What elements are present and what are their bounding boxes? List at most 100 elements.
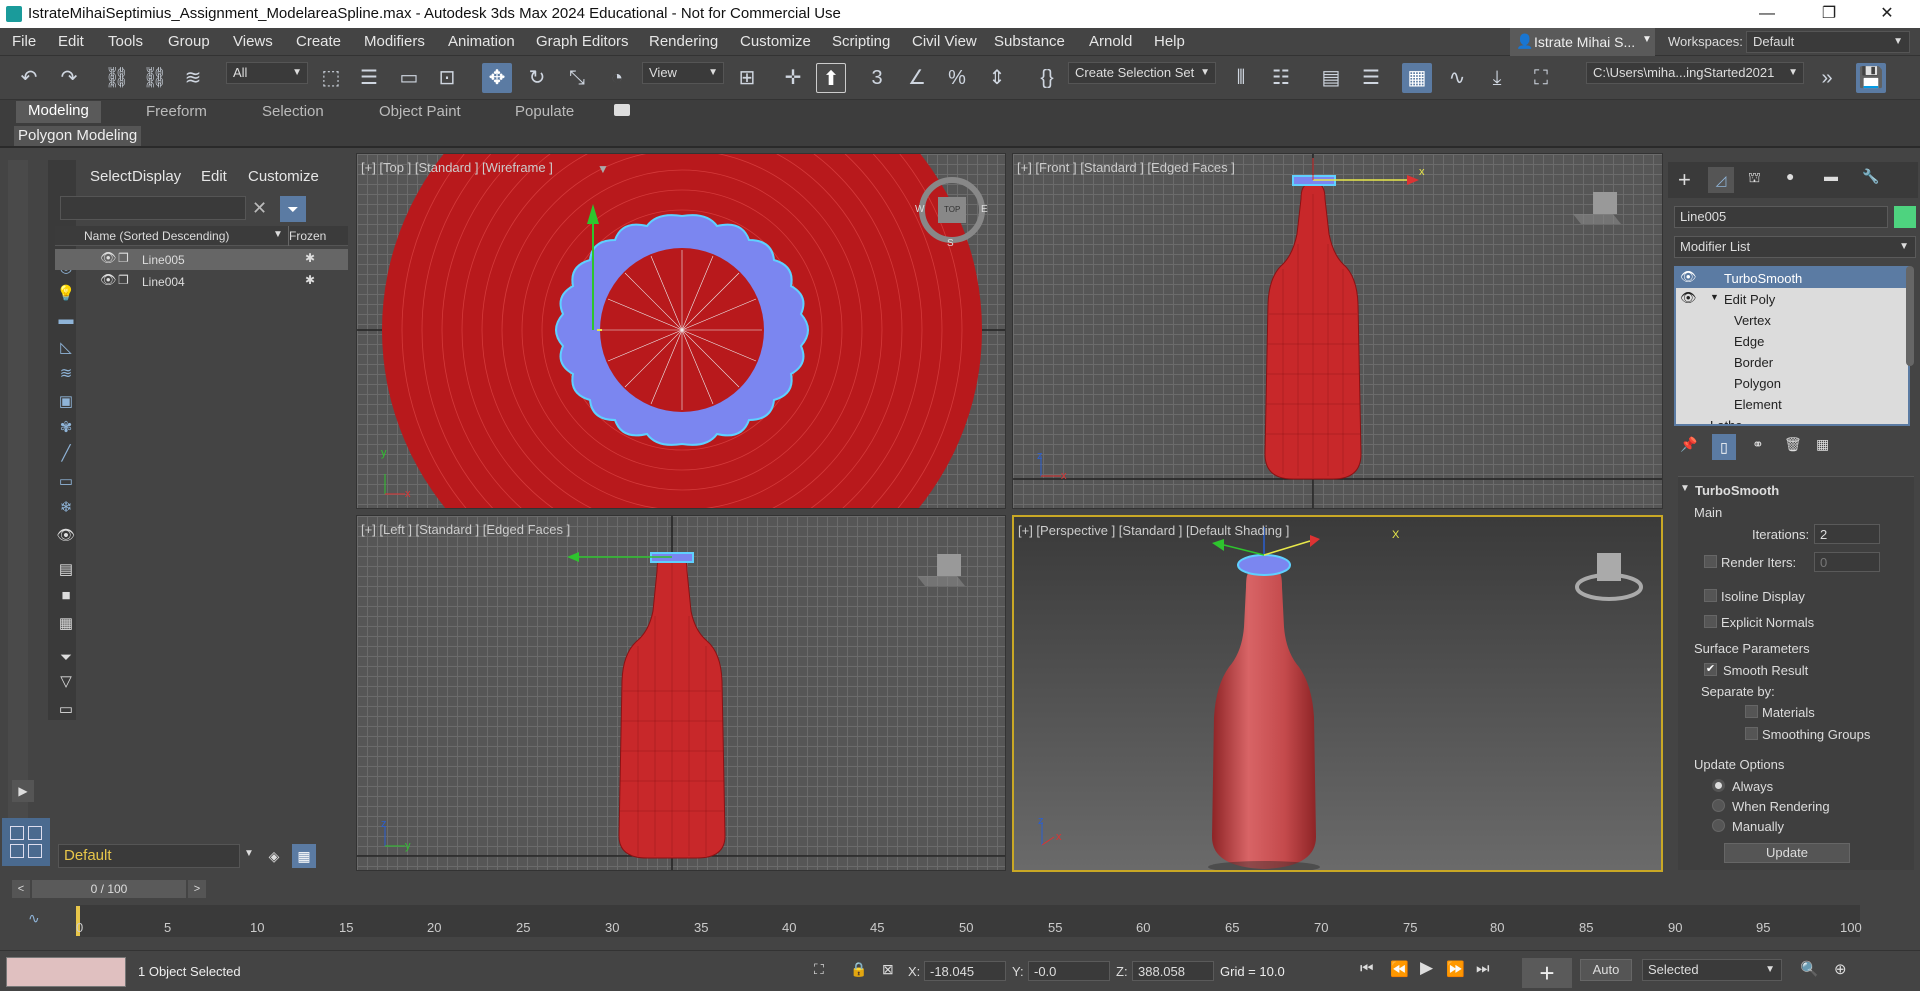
frozen-filter-icon[interactable]: ❄	[56, 498, 76, 518]
go-to-end-icon[interactable]: ⏭	[1476, 960, 1490, 977]
polygon-modeling-tab[interactable]: Polygon Modeling	[14, 126, 142, 146]
create-tab-icon[interactable]: +	[1678, 167, 1691, 193]
stack-item-turbosmooth[interactable]: 👁 TurboSmooth	[1676, 268, 1908, 288]
set-key-icon[interactable]: +	[1522, 958, 1572, 988]
materials-checkbox[interactable]	[1745, 705, 1758, 718]
menu-modifiers[interactable]: Modifiers	[364, 33, 425, 50]
undo-icon[interactable]: ↶	[14, 63, 44, 93]
always-radio[interactable]	[1712, 779, 1725, 792]
menu-file[interactable]: File	[12, 33, 36, 50]
bind-space-warp-icon[interactable]: ≋	[178, 63, 208, 93]
pivot-center-icon[interactable]: ⊞	[732, 63, 762, 93]
stack-item-edit-poly[interactable]: 👁 ▼ Edit Poly	[1676, 289, 1908, 309]
object-color-swatch[interactable]	[1894, 206, 1916, 228]
viewcube-top-label[interactable]: TOP	[944, 205, 960, 214]
menu-graph-editors[interactable]: Graph Editors	[536, 33, 629, 50]
keyboard-shortcut-override-icon[interactable]: ✛	[778, 63, 808, 93]
play-icon[interactable]: ▶	[1420, 958, 1433, 978]
when-rendering-radio[interactable]	[1712, 799, 1725, 812]
menu-help[interactable]: Help	[1154, 33, 1185, 50]
viewport-layout-icon[interactable]	[2, 818, 50, 866]
stack-item-vertex[interactable]: Vertex	[1734, 313, 1771, 328]
visibility-eye-icon[interactable]: 👁	[100, 272, 117, 288]
select-object-icon[interactable]: ⬚	[316, 63, 346, 93]
key-filter-dropdown[interactable]: Selected ▼	[1642, 959, 1782, 981]
expand-icon[interactable]: ▼	[1710, 292, 1719, 302]
viewport-top-label[interactable]: [+] [Top ] [Standard ] [Wireframe ]	[361, 160, 553, 175]
visibility-eye-icon[interactable]: 👁	[1680, 269, 1697, 285]
viewport-perspective-label[interactable]: [+] [Perspective ] [Standard ] [Default …	[1018, 523, 1289, 538]
user-account-menu[interactable]: 👤 Istrate Mihai S... ▼	[1510, 28, 1655, 56]
explorer-tab-customize[interactable]: Customize	[248, 168, 319, 185]
selection-filter-dropdown[interactable]: All ▼	[226, 62, 308, 84]
clear-search-icon[interactable]: ✕	[252, 198, 267, 219]
doc-view-icon[interactable]: ▦	[56, 614, 76, 634]
tab-freeform[interactable]: Freeform	[146, 103, 207, 120]
viewport-front[interactable]: [+] [Front ] [Standard ] [Edged Faces ] …	[1012, 153, 1663, 509]
menu-views[interactable]: Views	[233, 33, 273, 50]
spacewarp-filter-icon[interactable]: ≋	[56, 364, 76, 384]
scene-explorer-mode-icon[interactable]: ▦	[292, 844, 316, 868]
select-scale-icon[interactable]: ⤡	[562, 63, 592, 93]
iterations-spinner[interactable]: 2	[1814, 524, 1880, 544]
y-coordinate-input[interactable]: -0.0	[1028, 961, 1110, 981]
modifier-list-dropdown[interactable]: Modifier List ▼	[1674, 236, 1916, 258]
filter-toggle-icon[interactable]: ⏷	[280, 196, 306, 222]
x-coordinate-input[interactable]: -18.045	[924, 961, 1006, 981]
layers-icon[interactable]: ◈	[262, 844, 286, 868]
rectangular-selection-icon[interactable]: ▭	[394, 63, 424, 93]
select-rotate-icon[interactable]: ↻	[522, 63, 552, 93]
stack-item-border[interactable]: Border	[1734, 355, 1773, 370]
visibility-eye-icon[interactable]: 👁	[1680, 290, 1697, 306]
menu-scripting[interactable]: Scripting	[832, 33, 890, 50]
funnel-icon[interactable]: ⏷	[56, 648, 76, 668]
smoothing-groups-checkbox[interactable]	[1745, 727, 1758, 740]
tab-modeling[interactable]: Modeling	[16, 101, 101, 123]
frozen-snowflake-icon[interactable]: ✱	[305, 251, 315, 265]
square-view-icon[interactable]: ■	[56, 586, 76, 606]
delete-modifier-icon[interactable]: 🗑	[1784, 436, 1802, 453]
schematic-view-icon[interactable]: ⛶	[1526, 63, 1556, 93]
rollout-collapse-icon[interactable]: ▼	[1680, 483, 1690, 494]
layer-manager-icon[interactable]: ▭	[56, 700, 76, 720]
absolute-mode-icon[interactable]: ⊠	[882, 961, 894, 978]
close-button[interactable]: ✕	[1864, 0, 1910, 28]
explicit-normals-checkbox[interactable]	[1704, 615, 1717, 628]
create-selection-set-dropdown[interactable]: Create Selection Set ▼	[1068, 62, 1216, 84]
stack-item-edge[interactable]: Edge	[1734, 334, 1764, 349]
explorer-tab-edit[interactable]: Edit	[201, 168, 227, 185]
prev-frame-button[interactable]: <	[12, 880, 30, 898]
frozen-column-header[interactable]: Frozen	[289, 229, 326, 243]
bone-filter-icon[interactable]: ╱	[56, 444, 76, 464]
window-crossing-icon[interactable]: ⊡	[432, 63, 462, 93]
hidden-filter-icon[interactable]: 👁	[56, 526, 76, 546]
menu-customize[interactable]: Customize	[740, 33, 811, 50]
menu-edit[interactable]: Edit	[58, 33, 84, 50]
place-icon[interactable]: ◔	[602, 63, 632, 93]
group-filter-icon[interactable]: ▣	[56, 392, 76, 412]
ribbon-options-icon[interactable]	[614, 104, 630, 116]
explorer-row[interactable]: 👁 ❐ Line005 ✱	[55, 249, 348, 270]
layer-explorer-icon[interactable]: ☰	[1356, 63, 1386, 93]
project-path-dropdown[interactable]: C:\Users\miha...ingStarted2021 ▼	[1586, 62, 1804, 84]
menu-substance[interactable]: Substance	[994, 33, 1065, 50]
workspace-dropdown[interactable]: Default ▼	[1746, 31, 1910, 53]
select-move-icon[interactable]: ✥	[482, 63, 512, 93]
container-filter-icon[interactable]: ▭	[56, 472, 76, 492]
toolbar-overflow-icon[interactable]: »	[1812, 63, 1842, 93]
stack-item-element[interactable]: Element	[1734, 397, 1782, 412]
viewport-front-label[interactable]: [+] [Front ] [Standard ] [Edged Faces ]	[1017, 160, 1235, 175]
modify-tab-icon[interactable]: ◿	[1708, 167, 1734, 193]
stack-item-lathe[interactable]: Lathe	[1710, 418, 1743, 424]
select-by-name-icon[interactable]: ☰	[354, 63, 384, 93]
menu-group[interactable]: Group	[168, 33, 210, 50]
maximize-button[interactable]: ❐	[1806, 0, 1852, 28]
scene-explorer-icon[interactable]: ▤	[1316, 63, 1346, 93]
tab-populate[interactable]: Populate	[515, 103, 574, 120]
update-button[interactable]: Update	[1724, 843, 1850, 863]
zoom-all-icon[interactable]: ⊕	[1834, 960, 1847, 978]
mirror-icon[interactable]: ⫴	[1226, 63, 1256, 93]
show-end-result-icon[interactable]: ▯	[1712, 434, 1736, 460]
camera-filter-icon[interactable]: ▬	[56, 310, 76, 330]
smooth-result-checkbox[interactable]: ✔	[1704, 663, 1717, 676]
